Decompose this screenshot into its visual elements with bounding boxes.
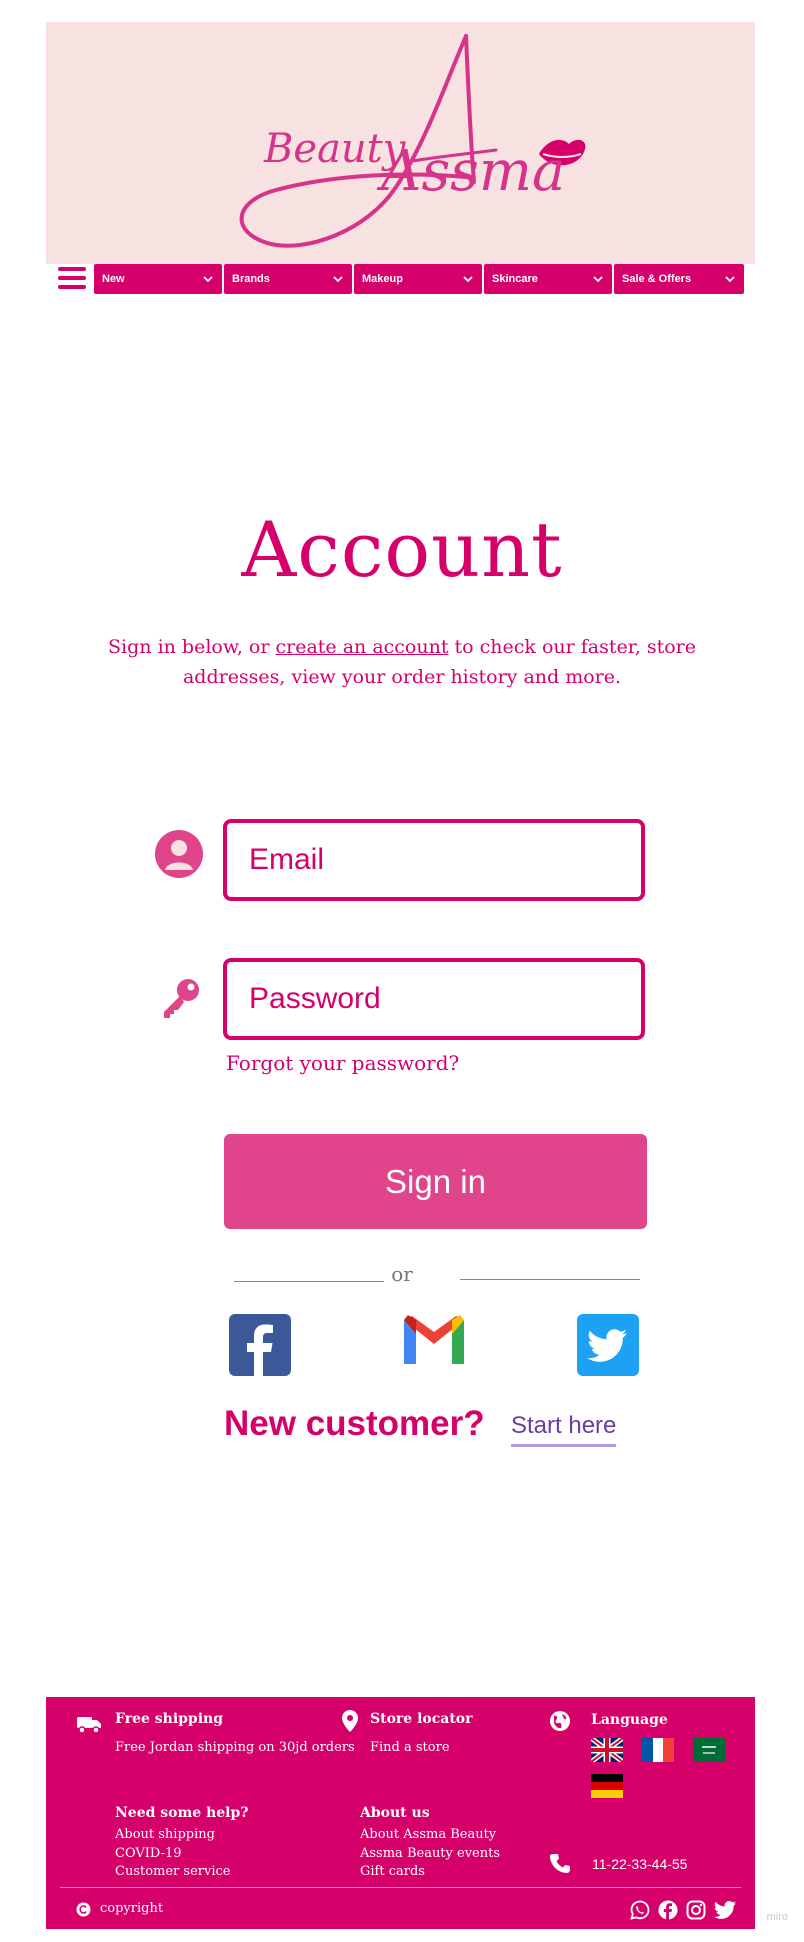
chevron-down-icon: [333, 276, 343, 283]
nav-item-new[interactable]: New: [94, 264, 222, 294]
about-shipping-link[interactable]: About shipping: [115, 1826, 230, 1845]
chevron-down-icon: [463, 276, 473, 283]
chevron-down-icon: [593, 276, 603, 283]
intro-text-before: Sign in below, or: [108, 636, 276, 658]
store-locator-title: Store locator: [370, 1711, 473, 1727]
france-flag-icon[interactable]: [642, 1738, 674, 1762]
covid-19-link[interactable]: COVID-19: [115, 1845, 230, 1864]
sign-in-button[interactable]: Sign in: [224, 1134, 647, 1229]
main-nav: New Brands Makeup Skincare Sale & Offers: [46, 264, 755, 296]
find-store-link[interactable]: Find a store: [370, 1739, 450, 1757]
nav-item-label: Brands: [232, 273, 270, 285]
nav-item-brands[interactable]: Brands: [224, 264, 352, 294]
nav-item-sale-offers[interactable]: Sale & Offers: [614, 264, 744, 294]
phone-icon: [550, 1854, 570, 1873]
password-field[interactable]: [223, 958, 645, 1040]
nav-item-label: Sale & Offers: [622, 273, 692, 285]
truck-icon: [77, 1717, 101, 1734]
instagram-icon[interactable]: [686, 1900, 706, 1920]
saudi-flag-icon[interactable]: [693, 1738, 725, 1762]
globe-icon: [550, 1711, 570, 1731]
nav-item-label: Skincare: [492, 273, 538, 285]
footer: Free shipping Free Jordan shipping on 30…: [46, 1697, 755, 1929]
about-links: About Assma Beauty Assma Beauty events G…: [360, 1826, 500, 1882]
copyright-text: copyright: [100, 1901, 164, 1916]
user-icon: [155, 830, 203, 878]
about-title: About us: [360, 1805, 430, 1821]
new-customer-heading: New customer?: [224, 1404, 485, 1443]
menu-icon[interactable]: [58, 267, 86, 293]
about-assma-link[interactable]: About Assma Beauty: [360, 1826, 500, 1845]
intro-text: Sign in below, or create an account to c…: [90, 632, 714, 692]
location-pin-icon: [342, 1710, 358, 1732]
nav-item-skincare[interactable]: Skincare: [484, 264, 612, 294]
start-here-link[interactable]: Start here: [511, 1412, 617, 1447]
facebook-login-icon[interactable]: [229, 1314, 291, 1376]
nav-item-label: New: [102, 273, 125, 285]
assma-events-link[interactable]: Assma Beauty events: [360, 1845, 500, 1864]
uk-flag-icon[interactable]: [591, 1738, 623, 1762]
header-banner: Beauty Assma: [46, 22, 755, 264]
forgot-password-link[interactable]: Forgot your password?: [226, 1051, 459, 1075]
chevron-down-icon: [203, 276, 213, 283]
shipping-title: Free shipping: [115, 1711, 224, 1727]
copyright-icon: [76, 1902, 91, 1917]
shipping-text: Free Jordan shipping on 30jd orders: [115, 1740, 355, 1755]
divider-right: [460, 1279, 640, 1280]
help-links: About shipping COVID-19 Customer service: [115, 1826, 230, 1882]
chevron-down-icon: [725, 276, 735, 283]
gift-cards-link[interactable]: Gift cards: [360, 1863, 500, 1882]
watermark: miro: [766, 1911, 788, 1923]
help-title: Need some help?: [115, 1805, 249, 1821]
whatsapp-icon[interactable]: [630, 1900, 650, 1920]
page-title: Account: [241, 505, 563, 594]
logo-assma-text: Assma: [376, 139, 565, 204]
footer-divider: [60, 1887, 741, 1888]
or-label: or: [391, 1262, 413, 1286]
phone-number: 11-22-33-44-55: [592, 1856, 688, 1872]
nav-item-makeup[interactable]: Makeup: [354, 264, 482, 294]
customer-service-link[interactable]: Customer service: [115, 1863, 230, 1882]
twitter-login-icon[interactable]: [577, 1314, 639, 1376]
key-icon: [164, 979, 199, 1018]
language-title: Language: [591, 1712, 668, 1728]
gmail-login-icon[interactable]: [400, 1312, 468, 1368]
nav-item-label: Makeup: [362, 273, 403, 285]
facebook-icon[interactable]: [658, 1900, 678, 1920]
twitter-icon[interactable]: [714, 1901, 736, 1919]
email-field[interactable]: [223, 819, 645, 901]
create-account-link[interactable]: create an account: [276, 636, 449, 658]
germany-flag-icon[interactable]: [591, 1774, 623, 1798]
assma-beauty-logo[interactable]: Beauty Assma: [46, 22, 755, 264]
